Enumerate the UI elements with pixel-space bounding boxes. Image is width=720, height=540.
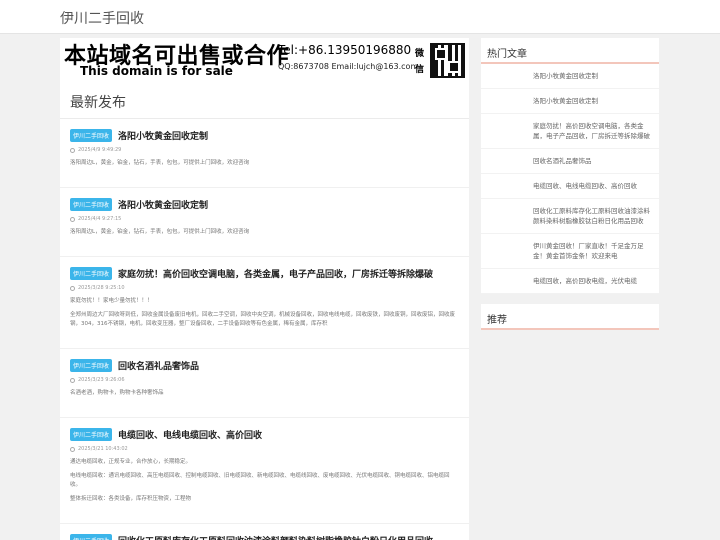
latest-section-title: 最新发布	[60, 83, 469, 119]
hot-article-link[interactable]: 电缆回收，高价回收电缆，光伏电缆	[481, 269, 659, 294]
post-head: 伊川二手回收 电缆回收、电线电缆回收、高价回收	[70, 426, 459, 442]
post-title-link[interactable]: 回收名酒礼品奢饰品	[118, 359, 199, 372]
banner-contact: QQ:8673708 Email:lujch@163.com	[278, 62, 419, 71]
post-date-text: 2025/4/4 9:27:15	[78, 216, 122, 222]
post-head: 伊川二手回收 洛阳小牧黄金回收定制	[70, 127, 459, 143]
post-category-tag[interactable]: 伊川二手回收	[70, 358, 113, 372]
post-list: 伊川二手回收 洛阳小牧黄金回收定制 2025/4/9 9:49:29 洛阳周边L，黄金…	[60, 127, 469, 540]
post-excerpt-paragraph: 洛阳周边L，黄金，铂金，钻石，手表，包包，可提供上门回收，欢迎咨询	[70, 229, 250, 235]
clock-icon	[70, 446, 75, 452]
post-item: 伊川二手回收 回收名酒礼品奢饰品 2025/3/23 9:26:06 名酒老酒，购物卡…	[60, 357, 469, 418]
post-excerpt-paragraph: 整体拆迁回收：各类设备，库存积压物资，工程物	[70, 496, 192, 502]
post-excerpt-paragraph: 洛阳周边L，黄金，铂金，钻石，手表，包包，可提供上门回收，欢迎咨询	[70, 160, 250, 166]
recommend-title: 推荐	[481, 304, 659, 330]
post-date: 2025/3/21 10:43:02	[70, 446, 459, 452]
post-title-link[interactable]: 洛阳小牧黄金回收定制	[118, 198, 208, 211]
post-excerpt-paragraph: 名酒老酒，购物卡，购物卡各种奢饰品	[70, 390, 164, 396]
post-title-link[interactable]: 洛阳小牧黄金回收定制	[118, 129, 208, 142]
hot-article-link[interactable]: 回收名酒礼品奢饰品	[481, 149, 659, 174]
post-title-link[interactable]: 家庭勿扰！高价回收空调电脑，各类金属，电子产品回收，厂房拆迁等拆除爆破	[118, 267, 433, 280]
post-excerpt: 洛阳周边L，黄金，铂金，钻石，手表，包包，可提供上门回收，欢迎咨询	[70, 159, 459, 168]
post-excerpt: 洛阳周边L，黄金，铂金，钻石，手表，包包，可提供上门回收，欢迎咨询	[70, 228, 459, 237]
post-category-tag[interactable]: 伊川二手回收	[70, 128, 113, 142]
post-head: 伊川二手回收 洛阳小牧黄金回收定制	[70, 196, 459, 212]
clock-icon	[70, 216, 75, 222]
hot-article-link[interactable]: 家庭勿扰！高价回收空调电脑，各类金属，电子产品回收，厂房拆迁等拆除爆破	[481, 114, 659, 149]
post-category-tag[interactable]: 伊川二手回收	[70, 427, 113, 441]
qr-code-icon	[430, 43, 465, 78]
post-head: 伊川二手回收 家庭勿扰！高价回收空调电脑，各类金属，电子产品回收，厂房拆迁等拆除爆…	[70, 265, 459, 281]
domain-sale-banner[interactable]: 本站域名可出售或合作 This domain is for sale Tel:+…	[60, 38, 469, 83]
post-date-text: 2025/3/23 9:26:06	[78, 377, 125, 383]
site-title[interactable]: 伊川二手回收	[60, 8, 144, 28]
post-date-text: 2025/3/28 9:25:10	[78, 285, 125, 291]
top-bar: 伊川二手回收	[0, 0, 720, 34]
post-category-tag[interactable]: 伊川二手回收	[70, 197, 113, 211]
post-category-tag[interactable]: 伊川二手回收	[70, 533, 113, 540]
post-date: 2025/4/9 9:49:29	[70, 147, 459, 153]
post-category-tag[interactable]: 伊川二手回收	[70, 266, 113, 280]
post-item: 伊川二手回收回收化工原料库存化工原料回收油漆涂料颜料染料树脂橡胶钛白粉日化用品回…	[60, 532, 469, 540]
banner-headline-en: This domain is for sale	[80, 64, 233, 78]
post-title-link[interactable]: 回收化工原料库存化工原料回收油漆涂料颜料染料树脂橡胶钛白粉日化用品回收	[118, 534, 433, 540]
post-title-link[interactable]: 电缆回收、电线电缆回收、高价回收	[118, 428, 262, 441]
post-date: 2025/4/4 9:27:15	[70, 216, 459, 222]
post-date-text: 2025/4/9 9:49:29	[78, 147, 122, 153]
clock-icon	[70, 147, 75, 153]
post-excerpt: 通达电缆回收，正规专业，合作放心，长期稳定。电线电缆回收：通讯电缆回收、高压电缆…	[70, 458, 459, 504]
hot-article-link[interactable]: 回收化工原料库存化工原料回收油漆涂料颜料染料树脂橡胶钛白粉日化用品回收	[481, 199, 659, 234]
post-item: 伊川二手回收 家庭勿扰！高价回收空调电脑，各类金属，电子产品回收，厂房拆迁等拆除爆…	[60, 265, 469, 349]
post-excerpt-paragraph: 家庭勿扰！！家电少量勿扰！！！	[70, 298, 153, 304]
clock-icon	[70, 377, 75, 383]
post-date: 2025/3/23 9:26:06	[70, 377, 459, 383]
clock-icon	[70, 285, 75, 291]
post-excerpt-paragraph: 电线电缆回收：通讯电缆回收、高压电缆回收、控制电缆回收、旧电缆回收、新电缆回收、…	[70, 473, 450, 488]
recommend-box: 推荐	[481, 304, 659, 330]
post-date: 2025/3/28 9:25:10	[70, 285, 459, 291]
sidebar: 热门文章 洛阳小牧黄金回收定制 洛阳小牧黄金回收定制 家庭勿扰！高价回收空调电脑，各…	[481, 38, 659, 340]
banner-wechat-label: 微 信	[415, 49, 425, 75]
post-item: 伊川二手回收 洛阳小牧黄金回收定制 2025/4/4 9:27:15 洛阳周边L，黄金…	[60, 196, 469, 257]
post-excerpt-paragraph: 通达电缆回收，正规专业，合作放心，长期稳定。	[70, 459, 192, 465]
hot-articles-title: 热门文章	[481, 38, 659, 64]
hot-article-link[interactable]: 洛阳小牧黄金回收定制	[481, 64, 659, 89]
post-head: 伊川二手回收回收化工原料库存化工原料回收油漆涂料颜料染料树脂橡胶钛白粉日化用品回…	[70, 532, 459, 540]
main-content: 本站域名可出售或合作 This domain is for sale Tel:+…	[60, 38, 469, 540]
hot-articles-list: 洛阳小牧黄金回收定制 洛阳小牧黄金回收定制 家庭勿扰！高价回收空调电脑，各类金属，电…	[481, 64, 659, 294]
hot-articles-box: 热门文章 洛阳小牧黄金回收定制 洛阳小牧黄金回收定制 家庭勿扰！高价回收空调电脑，各…	[481, 38, 659, 294]
post-excerpt: 家庭勿扰！！家电少量勿扰！！！ 全郑州周边大厂回收呀到低，回收金属设备废旧电机，回…	[70, 297, 459, 329]
post-excerpt: 名酒老酒，购物卡，购物卡各种奢饰品	[70, 389, 459, 398]
post-head: 伊川二手回收 回收名酒礼品奢饰品	[70, 357, 459, 373]
banner-phone: Tel:+86.13950196880	[278, 43, 412, 57]
post-date-text: 2025/3/21 10:43:02	[78, 446, 128, 452]
post-excerpt-paragraph: 全郑州周边大厂回收呀到低，回收金属设备废旧电机，回收二手空调，回收中央空调，机械…	[70, 312, 456, 327]
post-item: 伊川二手回收 洛阳小牧黄金回收定制 2025/4/9 9:49:29 洛阳周边L，黄金…	[60, 127, 469, 188]
hot-article-link[interactable]: 洛阳小牧黄金回收定制	[481, 89, 659, 114]
hot-article-link[interactable]: 伊川黄金回收！厂家直收！千足金万足金！黄金首饰金条！欢迎来电	[481, 234, 659, 269]
post-item: 伊川二手回收 电缆回收、电线电缆回收、高价回收 2025/3/21 10:43:02…	[60, 426, 469, 524]
hot-article-link[interactable]: 电缆回收、电线电缆回收、高价回收	[481, 174, 659, 199]
